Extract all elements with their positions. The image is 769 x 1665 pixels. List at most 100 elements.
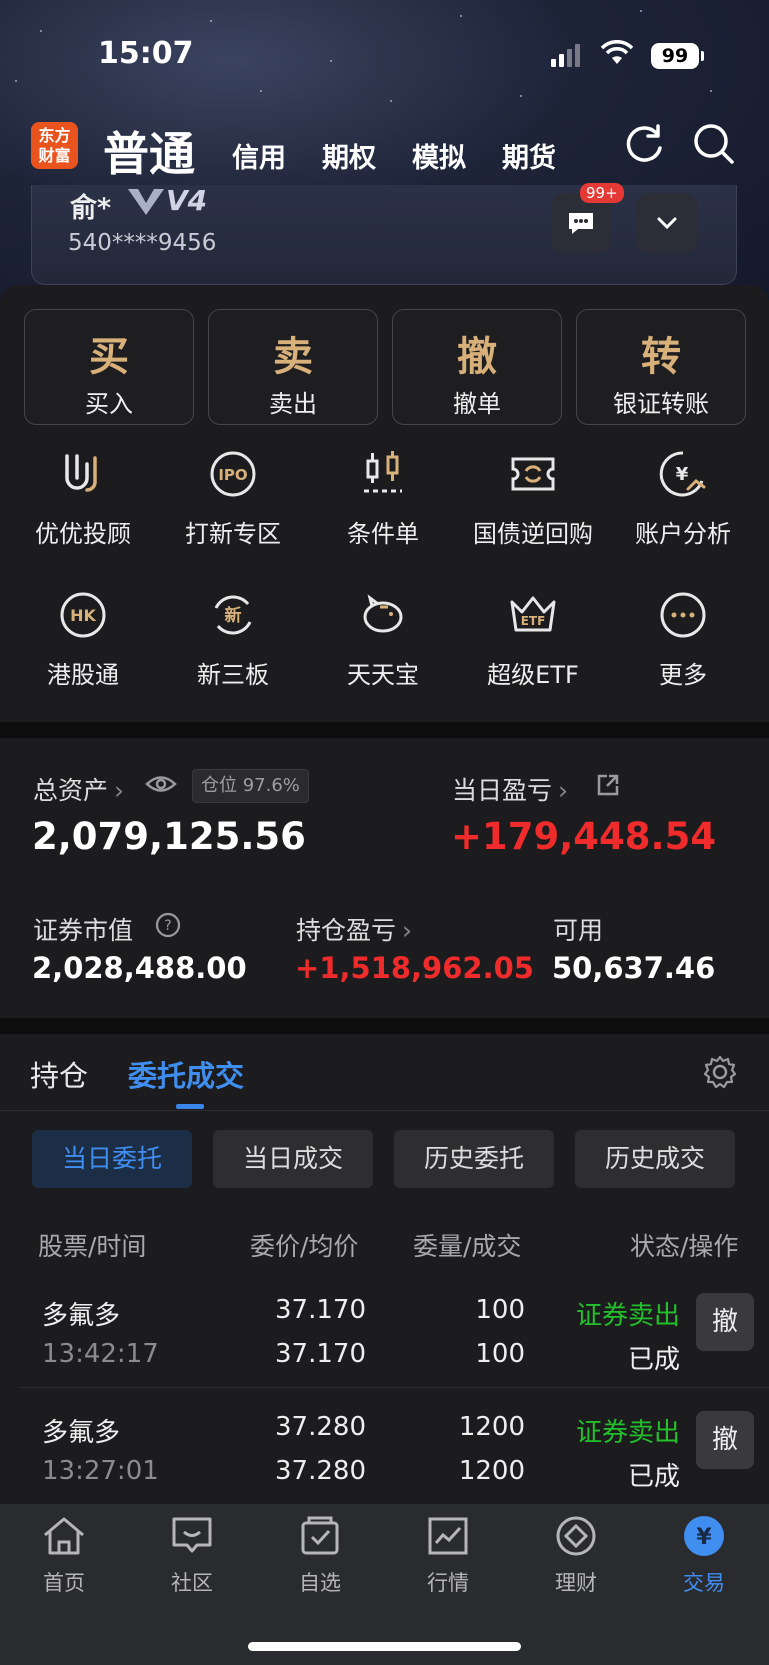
total-assets-label[interactable]: 总资产 › bbox=[33, 771, 124, 807]
market-value: 2,028,488.00 bbox=[32, 951, 247, 985]
chat-bubble-icon bbox=[569, 213, 593, 234]
position-ratio-pill: 仓位 97.6% bbox=[192, 769, 309, 803]
hk-icon-text: HK bbox=[70, 606, 96, 625]
account-number: 540****9456 bbox=[68, 230, 217, 256]
holding-pl-value: +1,518,962.05 bbox=[295, 951, 534, 985]
nav-label: 自选 bbox=[299, 1571, 341, 1595]
daily-pl-label[interactable]: 当日盈亏 › bbox=[452, 771, 568, 807]
grid-item-more[interactable]: 更多 bbox=[608, 587, 758, 690]
tab-holdings[interactable]: 持仓 bbox=[30, 1053, 88, 1095]
battery-indicator: 99 bbox=[651, 43, 704, 69]
etf-crown-icon: ETF bbox=[458, 587, 608, 643]
buy-button[interactable]: 买 买入 bbox=[24, 309, 194, 425]
sell-label: 卖出 bbox=[269, 390, 317, 418]
yuan-analysis-icon: ¥ bbox=[608, 446, 758, 502]
order-type: 证券卖出 bbox=[575, 1301, 680, 1331]
order-cancel-button[interactable]: 撤 bbox=[696, 1293, 754, 1351]
subtab-history-trades[interactable]: 历史成交 bbox=[575, 1130, 735, 1188]
order-qty: 100 bbox=[475, 1295, 525, 1325]
grid-item-label: 条件单 bbox=[347, 520, 419, 548]
grid-item-conditional-order[interactable]: 条件单 bbox=[308, 446, 458, 549]
order-stock-name[interactable]: 多氟多 bbox=[42, 1295, 120, 1332]
tab-credit[interactable]: 信用 bbox=[232, 136, 286, 175]
message-count-badge: 99+ bbox=[580, 183, 624, 203]
grid-item-tiantianbao[interactable]: 天天宝 bbox=[308, 587, 458, 690]
order-avg-price: 37.280 bbox=[275, 1456, 366, 1486]
tab-normal[interactable]: 普通 bbox=[103, 118, 195, 184]
tab-orders-trades[interactable]: 委托成交 bbox=[128, 1053, 244, 1095]
grid-item-account-analysis[interactable]: ¥ 账户分析 bbox=[608, 446, 758, 549]
eye-icon[interactable] bbox=[145, 771, 177, 801]
nav-wealth[interactable]: 理财 bbox=[526, 1515, 626, 1597]
total-assets-label-text: 总资产 bbox=[33, 776, 109, 805]
community-icon bbox=[172, 1517, 212, 1553]
trade-icon: ¥ bbox=[684, 1516, 724, 1556]
piggy-bank-icon bbox=[308, 587, 458, 643]
order-avg-price: 37.170 bbox=[275, 1339, 366, 1369]
nav-label: 理财 bbox=[555, 1571, 597, 1595]
market-value-label: 证券市值 bbox=[33, 911, 133, 947]
bond-repo-icon bbox=[458, 446, 608, 502]
nav-watchlist[interactable]: 自选 bbox=[270, 1515, 370, 1597]
sell-glyph: 卖 bbox=[273, 333, 313, 380]
wifi-icon bbox=[600, 40, 634, 70]
grid-item-hk-connect[interactable]: HK 港股通 bbox=[8, 587, 158, 690]
chevron-down-icon bbox=[657, 217, 677, 230]
grid-item-bond-repo[interactable]: 国债逆回购 bbox=[458, 446, 608, 549]
tabs-divider bbox=[0, 1110, 769, 1111]
status-time: 15:07 bbox=[98, 36, 194, 71]
refresh-icon[interactable] bbox=[621, 122, 667, 172]
wealth-icon bbox=[556, 1516, 596, 1556]
order-price: 37.280 bbox=[275, 1412, 366, 1442]
grid-item-super-etf[interactable]: ETF 超级ETF bbox=[458, 587, 608, 690]
order-time: 13:42:17 bbox=[42, 1339, 159, 1369]
uu-advisor-icon bbox=[8, 446, 158, 502]
market-value-label-text: 证券市值 bbox=[33, 916, 134, 945]
header-status: 状态/操作 bbox=[630, 1232, 739, 1261]
home-indicator bbox=[248, 1642, 521, 1651]
grid-item-uu-advisor[interactable]: 优优投顾 bbox=[8, 446, 158, 549]
chevron-right-icon: › bbox=[558, 776, 569, 805]
grid-item-label: 账户分析 bbox=[635, 520, 731, 548]
subtab-today-orders[interactable]: 当日委托 bbox=[32, 1130, 192, 1188]
row-divider bbox=[20, 1387, 769, 1388]
daily-pl-label-text: 当日盈亏 bbox=[452, 776, 553, 805]
subtab-history-orders[interactable]: 历史委托 bbox=[394, 1130, 554, 1188]
holding-pl-label[interactable]: 持仓盈亏 › bbox=[296, 911, 412, 947]
grid-item-label: 打新专区 bbox=[185, 520, 281, 548]
tab-options[interactable]: 期权 bbox=[322, 136, 376, 175]
search-icon[interactable] bbox=[692, 122, 736, 170]
nav-label: 行情 bbox=[427, 1571, 469, 1595]
order-filled: 1200 bbox=[458, 1456, 525, 1486]
grid-item-label: 优优投顾 bbox=[35, 520, 131, 548]
grid-item-label: 新三板 bbox=[197, 661, 269, 689]
subtab-today-trades[interactable]: 当日成交 bbox=[213, 1130, 373, 1188]
nav-home[interactable]: 首页 bbox=[14, 1515, 114, 1597]
buy-label: 买入 bbox=[85, 390, 133, 418]
nav-market[interactable]: 行情 bbox=[398, 1515, 498, 1597]
cancel-order-button[interactable]: 撤 撤单 bbox=[392, 309, 562, 425]
available-value: 50,637.46 bbox=[552, 951, 716, 985]
total-assets-value: 2,079,125.56 bbox=[32, 815, 306, 858]
cancel-glyph: 撤 bbox=[457, 333, 497, 380]
nav-community[interactable]: 社区 bbox=[142, 1515, 242, 1597]
order-stock-name[interactable]: 多氟多 bbox=[42, 1412, 120, 1449]
order-cancel-button[interactable]: 撤 bbox=[696, 1411, 754, 1469]
help-icon[interactable]: ? bbox=[155, 912, 181, 942]
share-icon[interactable] bbox=[595, 772, 621, 802]
tab-futures[interactable]: 期货 bbox=[502, 136, 556, 175]
sell-button[interactable]: 卖 卖出 bbox=[208, 309, 378, 425]
grid-item-label: 国债逆回购 bbox=[473, 520, 593, 548]
expand-account-button[interactable] bbox=[636, 193, 698, 253]
available-label: 可用 bbox=[553, 916, 604, 945]
vip-level-text: V4 bbox=[166, 184, 208, 217]
settings-gear-icon[interactable] bbox=[702, 1054, 738, 1094]
tab-simulation[interactable]: 模拟 bbox=[412, 136, 466, 175]
grid-item-ipo[interactable]: IPO 打新专区 bbox=[158, 446, 308, 549]
order-qty: 1200 bbox=[458, 1412, 525, 1442]
nav-trade[interactable]: ¥ 交易 bbox=[654, 1515, 754, 1597]
bank-transfer-button[interactable]: 转 银证转账 bbox=[576, 309, 746, 425]
nav-label: 首页 bbox=[43, 1571, 85, 1595]
grid-item-new-three-board[interactable]: 新 新三板 bbox=[158, 587, 308, 690]
grid-item-label: 天天宝 bbox=[347, 661, 419, 689]
